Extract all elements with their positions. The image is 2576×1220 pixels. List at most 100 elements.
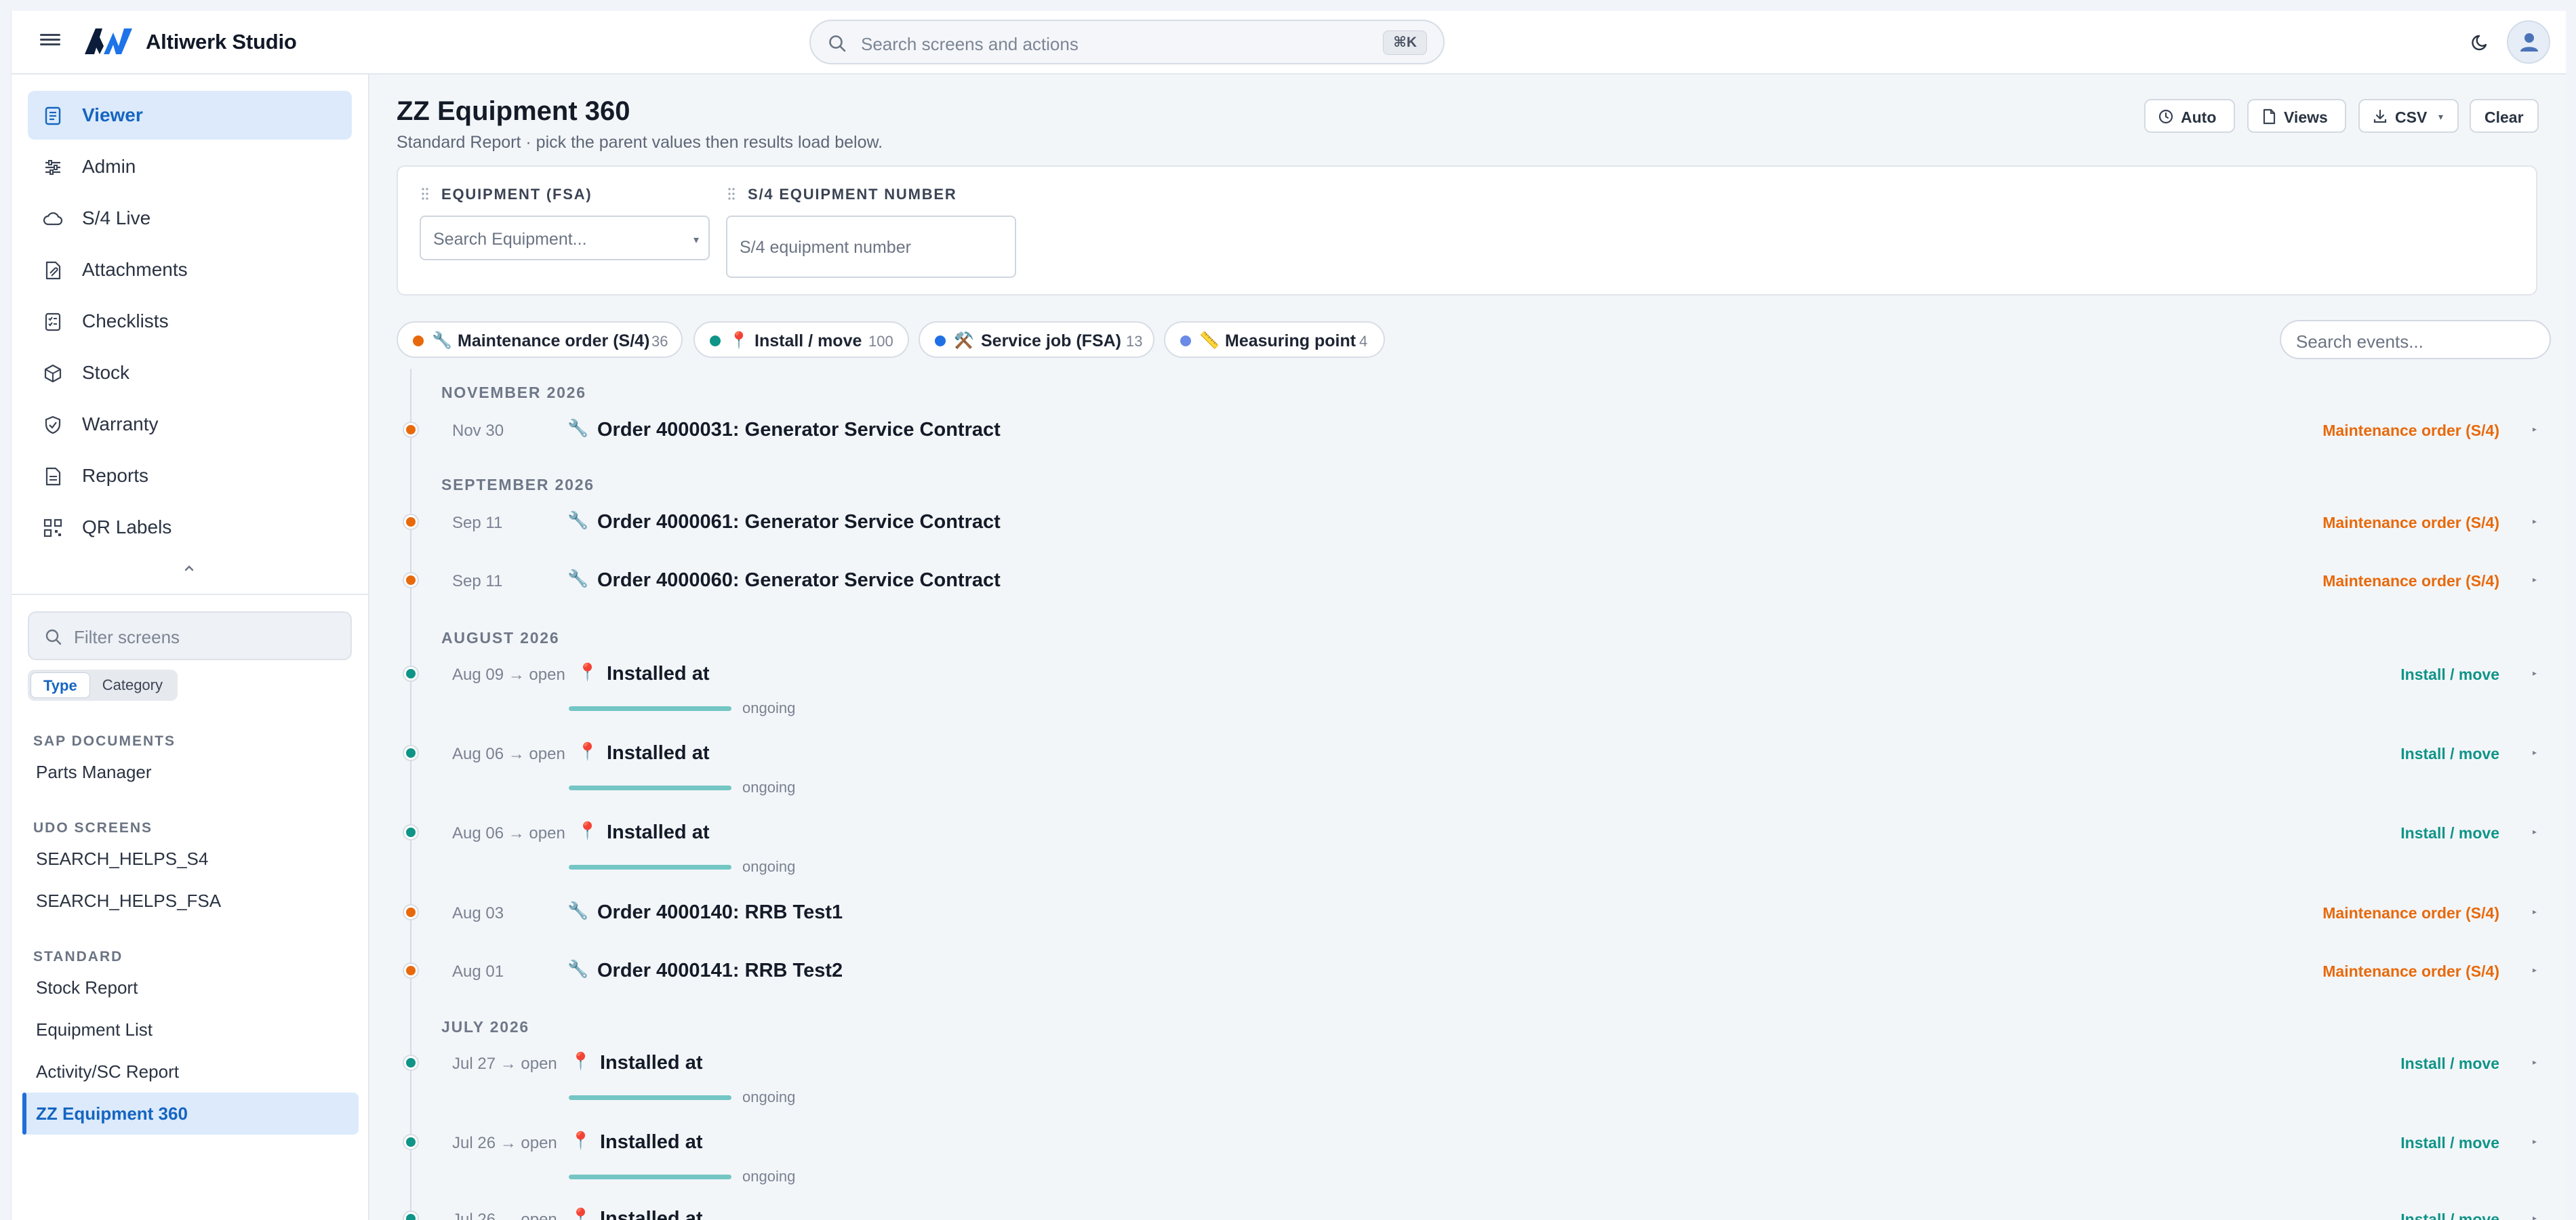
main-content: ZZ Equipment 360 Standard Report · pick …: [369, 75, 2566, 1220]
nav-label: Stock: [82, 362, 130, 383]
nav-item-reports[interactable]: Reports: [28, 451, 352, 500]
nav-item-attachments[interactable]: Attachments: [28, 245, 352, 294]
chip-count: 36: [651, 333, 668, 350]
nav-item-checklists[interactable]: Checklists: [28, 297, 352, 346]
toggle-category[interactable]: Category: [90, 672, 175, 698]
equipment-label: EQUIPMENT (FSA): [441, 186, 592, 203]
search-shortcut: ⌘K: [1383, 30, 1427, 55]
pin-icon: 📍: [577, 663, 599, 682]
event-date: Sep 11: [452, 572, 503, 590]
timeline-event[interactable]: Sep 11 🔧 Order 4000060: Generator Servic…: [369, 561, 2566, 602]
nav-label: QR Labels: [82, 516, 172, 537]
screen-item-activity-sc-report[interactable]: Activity/SC Report: [22, 1051, 359, 1093]
user-avatar[interactable]: [2507, 20, 2550, 64]
month-header: NOVEMBER 2026: [441, 384, 586, 401]
chip-count: 100: [868, 333, 893, 350]
group-by-toggle: Type Category: [28, 670, 178, 701]
menu-icon[interactable]: [40, 31, 60, 52]
duration-bar: [569, 1095, 731, 1100]
screen-item-equipment-list[interactable]: Equipment List: [22, 1009, 359, 1051]
timeline-event[interactable]: Aug 06 → open 📍 Installed at Install / m…: [369, 813, 2566, 875]
report-icon: [45, 467, 61, 486]
chip-maintenance-order[interactable]: 🔧 Maintenance order (S/4) 36: [397, 321, 683, 358]
parameter-panel: EQUIPMENT (FSA) Search Equipment... ▾ S/…: [397, 165, 2537, 296]
search-events-input[interactable]: Search events...: [2280, 320, 2551, 359]
event-title: Order 4000141: RRB Test2: [597, 960, 843, 981]
month-header: AUGUST 2026: [441, 629, 560, 647]
global-search[interactable]: Search screens and actions ⌘K: [809, 20, 1445, 64]
event-type: Install / move: [2400, 824, 2499, 842]
timeline-event[interactable]: Sep 11 🔧 Order 4000061: Generator Servic…: [369, 503, 2566, 544]
event-dot: [404, 964, 418, 977]
toggle-type[interactable]: Type: [31, 672, 90, 698]
clear-button[interactable]: Clear: [2470, 99, 2539, 133]
drag-handle-icon[interactable]: [727, 187, 736, 201]
nav-item-warranty[interactable]: Warranty: [28, 400, 352, 449]
nav-item-qr-labels[interactable]: QR Labels: [28, 503, 352, 552]
event-dot: [404, 515, 418, 529]
equipment-select[interactable]: Search Equipment... ▾: [420, 216, 710, 260]
event-dot: [404, 573, 418, 587]
screen-item-search-helps-fsa[interactable]: SEARCH_HELPS_FSA: [22, 880, 359, 922]
event-type: Maintenance order (S/4): [2322, 514, 2499, 531]
nav-item-stock[interactable]: Stock: [28, 348, 352, 397]
chevron-up-icon[interactable]: [180, 560, 199, 576]
nav-item-admin[interactable]: Admin: [28, 142, 352, 191]
event-type: Install / move: [2400, 1055, 2499, 1072]
event-type: Maintenance order (S/4): [2322, 904, 2499, 922]
pin-icon: 📍: [570, 1208, 592, 1220]
sidebar: Viewer Admin S/4 Live Attachments Checkl…: [12, 75, 369, 1220]
timeline-event[interactable]: Jul 27 → open 📍 Installed at Install / m…: [369, 1044, 2566, 1105]
s4-equipment-input[interactable]: S/4 equipment number: [726, 216, 1016, 278]
dark-mode-moon-icon[interactable]: [2470, 30, 2493, 54]
duration-bar: [569, 1175, 731, 1179]
filter-screens-input[interactable]: Filter screens: [28, 611, 352, 660]
event-dot: [404, 1056, 418, 1070]
status-dot: [1180, 336, 1191, 346]
csv-export-button[interactable]: CSV ▾: [2358, 99, 2459, 133]
screen-item-search-helps-s4[interactable]: SEARCH_HELPS_S4: [22, 838, 359, 880]
drag-handle-icon[interactable]: [421, 187, 429, 201]
nav-item-s4-live[interactable]: S/4 Live: [28, 194, 352, 243]
nav-item-viewer[interactable]: Viewer: [28, 91, 352, 140]
event-type: Maintenance order (S/4): [2322, 422, 2499, 439]
chip-label: Install / move: [754, 331, 862, 350]
screen-item-stock-report[interactable]: Stock Report: [22, 967, 359, 1009]
hammer-pick-icon: ⚒️: [954, 331, 974, 350]
views-button[interactable]: Views: [2247, 99, 2346, 133]
app-frame: Altiwerk Studio Search screens and actio…: [11, 11, 2566, 1220]
timeline-event[interactable]: Aug 06 → open 📍 Installed at Install / m…: [369, 734, 2566, 796]
screen-item-parts-manager[interactable]: Parts Manager: [22, 751, 359, 793]
month-header: JULY 2026: [441, 1018, 530, 1036]
nav-label: S/4 Live: [82, 207, 151, 228]
chip-count: 4: [1359, 333, 1368, 350]
search-icon: [829, 35, 846, 52]
screen-item-label: Equipment List: [36, 1019, 153, 1040]
equipment-placeholder: Search Equipment...: [433, 230, 587, 249]
event-title: Order 4000031: Generator Service Contrac…: [597, 419, 1001, 441]
sidebar-divider: [12, 594, 369, 595]
timeline-event[interactable]: Jul 26 → open 📍 Installed at Install / m…: [369, 1200, 2566, 1220]
chip-install-move[interactable]: 📍 Install / move 100: [693, 321, 909, 358]
app-title: Altiwerk Studio: [146, 30, 297, 54]
event-title: Order 4000060: Generator Service Contrac…: [597, 569, 1001, 591]
chip-service-job[interactable]: ⚒️ Service job (FSA) 13: [919, 321, 1154, 358]
chip-measuring-point[interactable]: 📏 Measuring point 4: [1164, 321, 1385, 358]
screen-item-zz-equipment-360[interactable]: ZZ Equipment 360: [22, 1093, 359, 1135]
top-bar: Altiwerk Studio Search screens and actio…: [12, 11, 2566, 75]
auto-button[interactable]: Auto: [2144, 99, 2235, 133]
timeline-event[interactable]: Aug 03 🔧 Order 4000140: RRB Test1 Mainte…: [369, 893, 2566, 934]
timeline-event[interactable]: Aug 01 🔧 Order 4000141: RRB Test2 Mainte…: [369, 952, 2566, 992]
chip-label: Measuring point: [1225, 331, 1356, 350]
page-subtitle: Standard Report · pick the parent values…: [397, 133, 883, 152]
wrench-icon: 🔧: [567, 960, 589, 979]
altiwerk-logo: [85, 28, 132, 54]
timeline-event[interactable]: Jul 26 → open 📍 Installed at Install / m…: [369, 1123, 2566, 1185]
event-type: Install / move: [2400, 745, 2499, 762]
event-date: Jul 27 → open: [452, 1055, 557, 1073]
timeline-event[interactable]: Aug 09 → open 📍 Installed at Install / m…: [369, 655, 2566, 716]
search-events-placeholder: Search events...: [2296, 331, 2423, 352]
timeline-event[interactable]: Nov 30 🔧 Order 4000031: Generator Servic…: [369, 411, 2566, 451]
event-status: ongoing: [742, 1168, 796, 1185]
wrench-icon: 🔧: [567, 901, 589, 920]
